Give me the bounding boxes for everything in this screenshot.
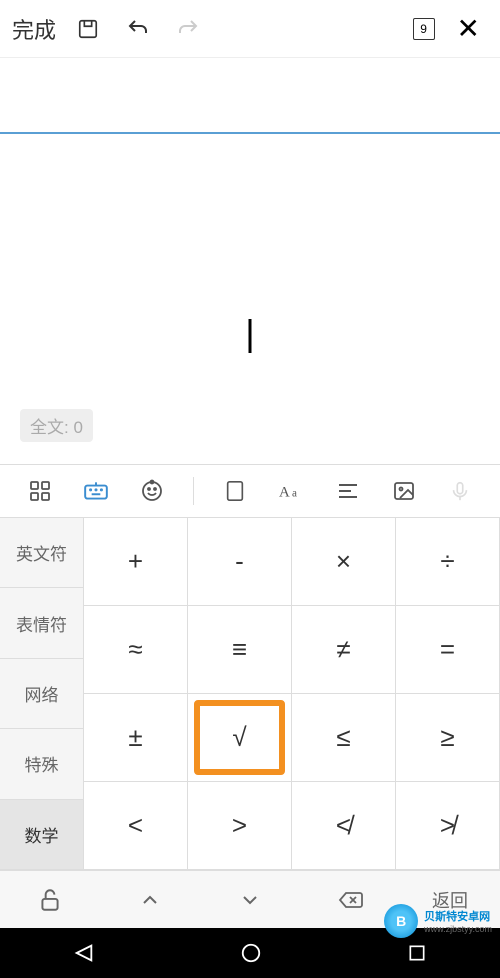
image-icon[interactable] [389, 476, 419, 506]
symbol-plus[interactable]: + [84, 518, 188, 606]
symbol-grid: + - × ÷ ≈ ≡ ≠ = ± √ ≤ ≥ < > ≮ ≯ [84, 518, 500, 870]
nav-home-icon[interactable] [240, 942, 262, 964]
title-input-area[interactable] [0, 58, 500, 134]
symbol-gt[interactable]: > [188, 782, 292, 870]
save-icon[interactable] [70, 11, 106, 47]
watermark: B 贝斯特安卓网 www.zjbstyy.com [384, 904, 492, 938]
symbol-keyboard: 英文符 表情符 网络 特殊 数学 + - × ÷ ≈ ≡ ≠ = ± √ ≤ ≥… [0, 518, 500, 870]
align-icon[interactable] [333, 476, 363, 506]
watermark-brand: 贝斯特安卓网 [424, 908, 492, 924]
done-button[interactable]: 完成 [12, 13, 56, 45]
category-english-symbols[interactable]: 英文符 [0, 518, 84, 588]
font-icon[interactable]: Aa [277, 476, 307, 506]
close-button[interactable]: ✕ [449, 12, 488, 45]
category-math[interactable]: 数学 [0, 800, 84, 870]
category-special[interactable]: 特殊 [0, 729, 84, 799]
symbol-approx[interactable]: ≈ [84, 606, 188, 694]
content-editor[interactable]: 全文: 0 [0, 134, 500, 464]
symbol-minus[interactable]: - [188, 518, 292, 606]
symbol-sqrt[interactable]: √ [188, 694, 292, 782]
chevron-up-icon[interactable] [100, 888, 200, 912]
word-count-badge: 全文: 0 [20, 409, 93, 442]
svg-text:a: a [292, 488, 297, 500]
category-emoji-symbols[interactable]: 表情符 [0, 588, 84, 658]
emoji-icon[interactable] [137, 476, 167, 506]
symbol-gte[interactable]: ≥ [396, 694, 500, 782]
symbol-plus-minus[interactable]: ± [84, 694, 188, 782]
apps-icon[interactable] [25, 476, 55, 506]
watermark-url: www.zjbstyy.com [424, 924, 492, 934]
category-column: 英文符 表情符 网络 特殊 数学 [0, 518, 84, 870]
format-toolbar: Aa [0, 464, 500, 518]
lock-toggle-icon[interactable] [0, 887, 100, 913]
symbol-not-gt[interactable]: ≯ [396, 782, 500, 870]
symbol-lte[interactable]: ≤ [292, 694, 396, 782]
mic-icon[interactable] [445, 476, 475, 506]
text-cursor [249, 319, 252, 353]
watermark-logo-icon: B [384, 904, 418, 938]
keyboard-icon[interactable] [81, 476, 111, 506]
undo-icon[interactable] [120, 11, 156, 47]
nav-back-icon[interactable] [73, 942, 95, 964]
fullscreen-icon[interactable] [220, 476, 250, 506]
symbol-not-lt[interactable]: ≮ [292, 782, 396, 870]
top-toolbar: 完成 9 ✕ [0, 0, 500, 58]
symbol-multiply[interactable]: × [292, 518, 396, 606]
redo-icon [170, 11, 206, 47]
page-number-badge[interactable]: 9 [413, 18, 435, 40]
toolbar-divider [193, 477, 194, 505]
chevron-down-icon[interactable] [200, 888, 300, 912]
symbol-identical[interactable]: ≡ [188, 606, 292, 694]
symbol-equal[interactable]: = [396, 606, 500, 694]
symbol-not-equal[interactable]: ≠ [292, 606, 396, 694]
svg-text:A: A [279, 485, 290, 501]
category-network[interactable]: 网络 [0, 659, 84, 729]
symbol-divide[interactable]: ÷ [396, 518, 500, 606]
symbol-lt[interactable]: < [84, 782, 188, 870]
nav-recent-icon[interactable] [407, 943, 427, 963]
